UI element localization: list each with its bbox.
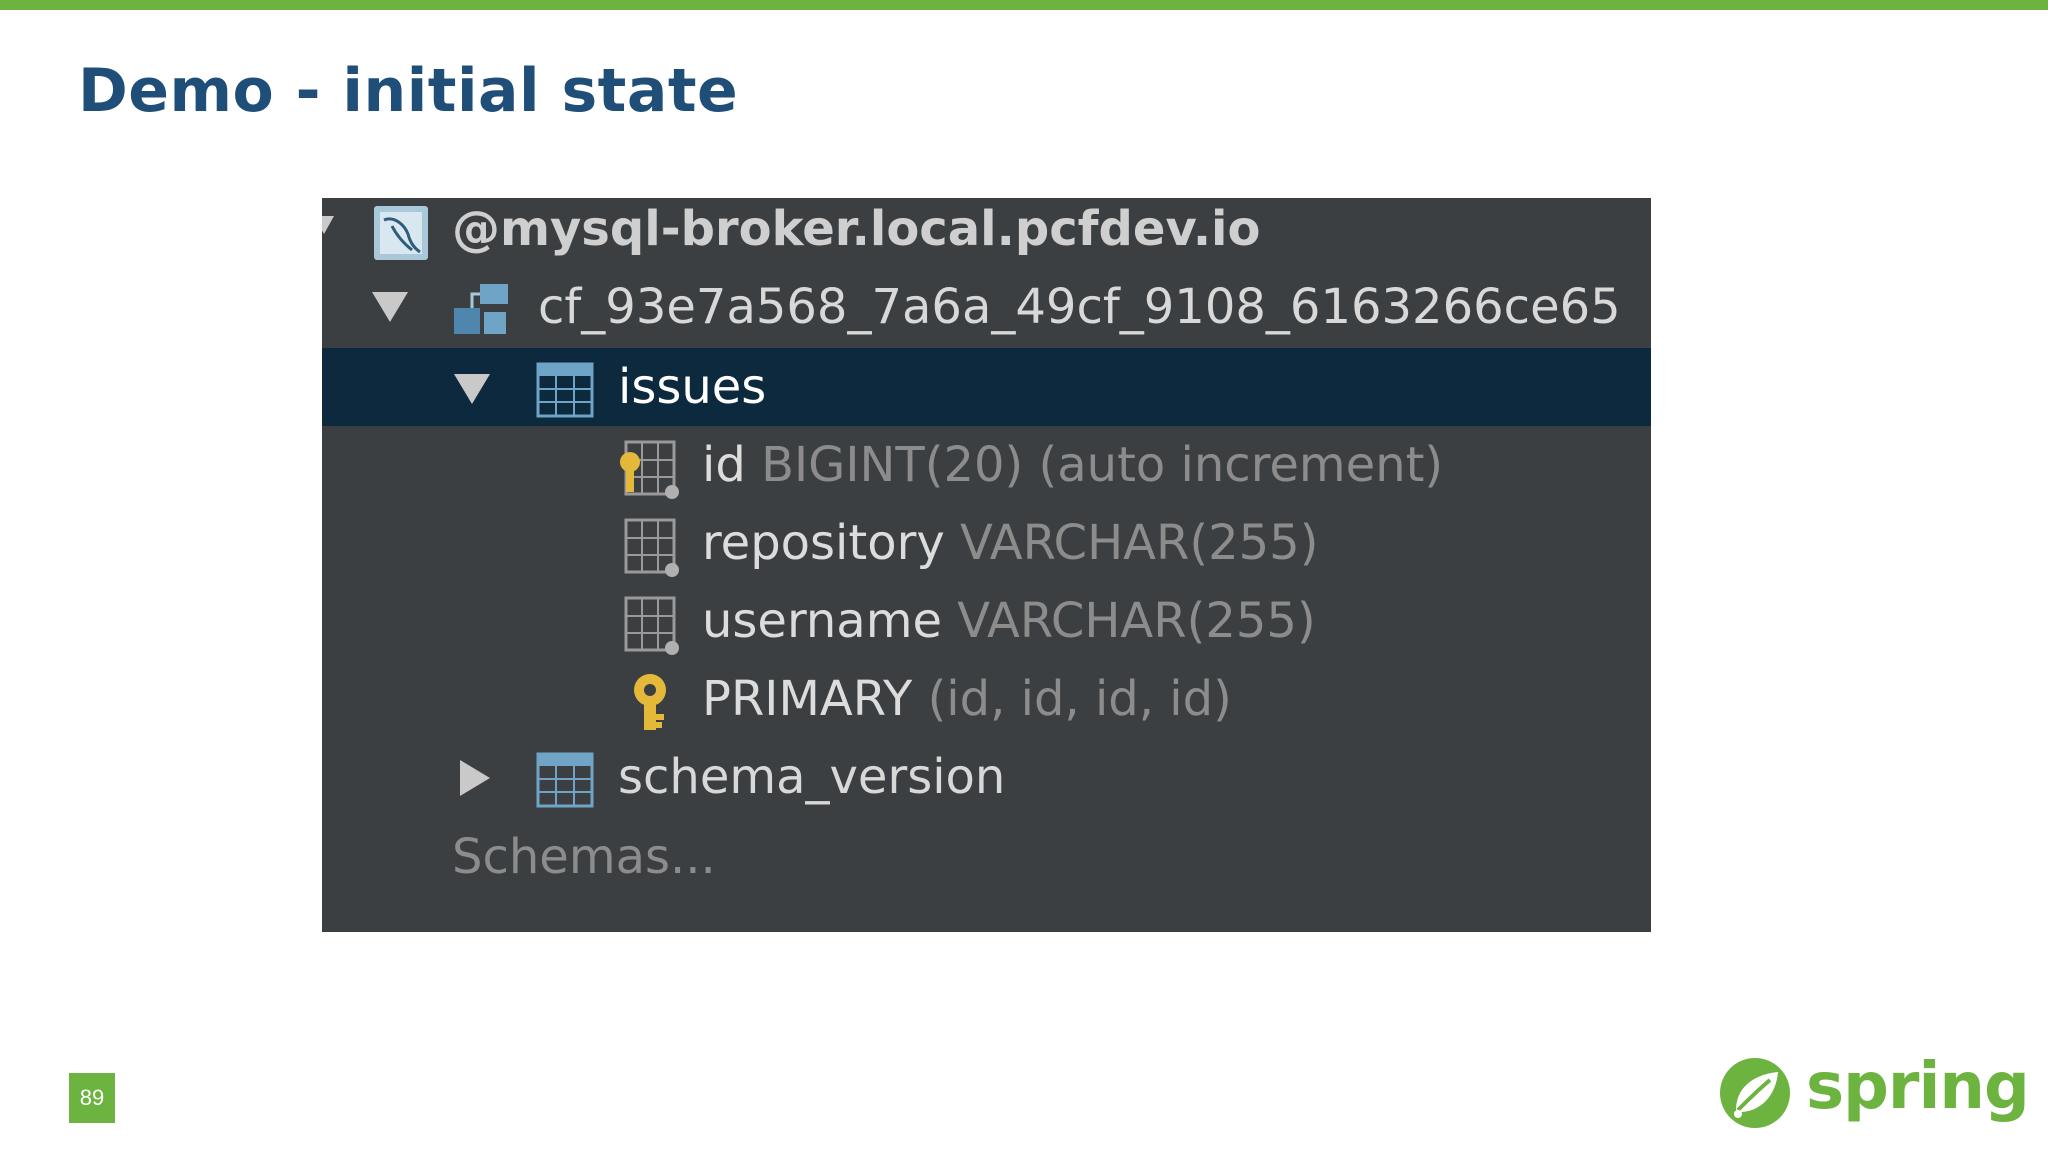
host-label: @mysql-broker.local.pcfdev.io [452, 201, 1261, 257]
key-label: PRIMARY (id, id, id, id) [702, 660, 1232, 738]
column-label: id BIGINT(20) (auto increment) [702, 426, 1443, 504]
tree-node-key-primary[interactable]: PRIMARY (id, id, id, id) [322, 660, 1651, 738]
schemas-link[interactable]: Schemas... [452, 818, 716, 896]
primary-key-column-icon [620, 440, 679, 499]
column-name: repository [702, 515, 945, 571]
column-name: id [702, 437, 746, 493]
table-icon [536, 362, 594, 418]
column-type: BIGINT(20) (auto increment) [761, 437, 1444, 493]
column-label: repository VARCHAR(255) [702, 504, 1318, 582]
tree-node-schema[interactable]: cf_93e7a568_7a6a_49cf_9108_6163266ce65 [322, 268, 1651, 346]
tree-node-column-repository[interactable]: repository VARCHAR(255) [322, 504, 1651, 582]
tree-node-host[interactable]: @mysql-broker.local.pcfdev.io [322, 198, 1651, 268]
table-label: issues [618, 359, 767, 415]
column-icon [624, 518, 679, 577]
tree-node-column-username[interactable]: username VARCHAR(255) [322, 582, 1651, 660]
tree-node-column-id[interactable]: id BIGINT(20) (auto increment) [322, 426, 1651, 504]
column-name: username [702, 593, 942, 649]
column-label: username VARCHAR(255) [702, 582, 1316, 660]
key-name: PRIMARY [702, 671, 913, 727]
page-number: 89 [69, 1073, 115, 1123]
column-type: VARCHAR(255) [959, 515, 1319, 571]
spring-leaf-icon [1720, 1058, 1790, 1128]
mysql-datasource-icon [374, 206, 428, 260]
expand-arrow-icon[interactable] [372, 292, 408, 322]
database-tree-panel: @mysql-broker.local.pcfdev.io cf_93e7a56… [322, 198, 1651, 932]
column-icon [624, 596, 679, 655]
schema-label: cf_93e7a568_7a6a_49cf_9108_6163266ce65 [538, 279, 1621, 335]
key-columns: (id, id, id, id) [927, 671, 1232, 727]
spring-logo-text: spring [1806, 1050, 2030, 1124]
collapse-arrow-icon[interactable] [460, 760, 490, 796]
table-icon [536, 752, 594, 808]
spring-logo: spring [1718, 1052, 2030, 1132]
top-accent-bar [0, 0, 2048, 10]
schema-icon [454, 284, 508, 334]
key-icon [634, 674, 666, 730]
expand-arrow-icon[interactable] [454, 374, 490, 404]
column-type: VARCHAR(255) [957, 593, 1316, 649]
tree-node-table-issues[interactable]: issues [322, 348, 1651, 426]
tree-node-table-schema-version[interactable]: schema_version [322, 738, 1651, 816]
expand-arrow-icon[interactable] [322, 216, 334, 234]
table-label: schema_version [618, 749, 1006, 805]
slide-title: Demo - initial state [78, 56, 739, 126]
